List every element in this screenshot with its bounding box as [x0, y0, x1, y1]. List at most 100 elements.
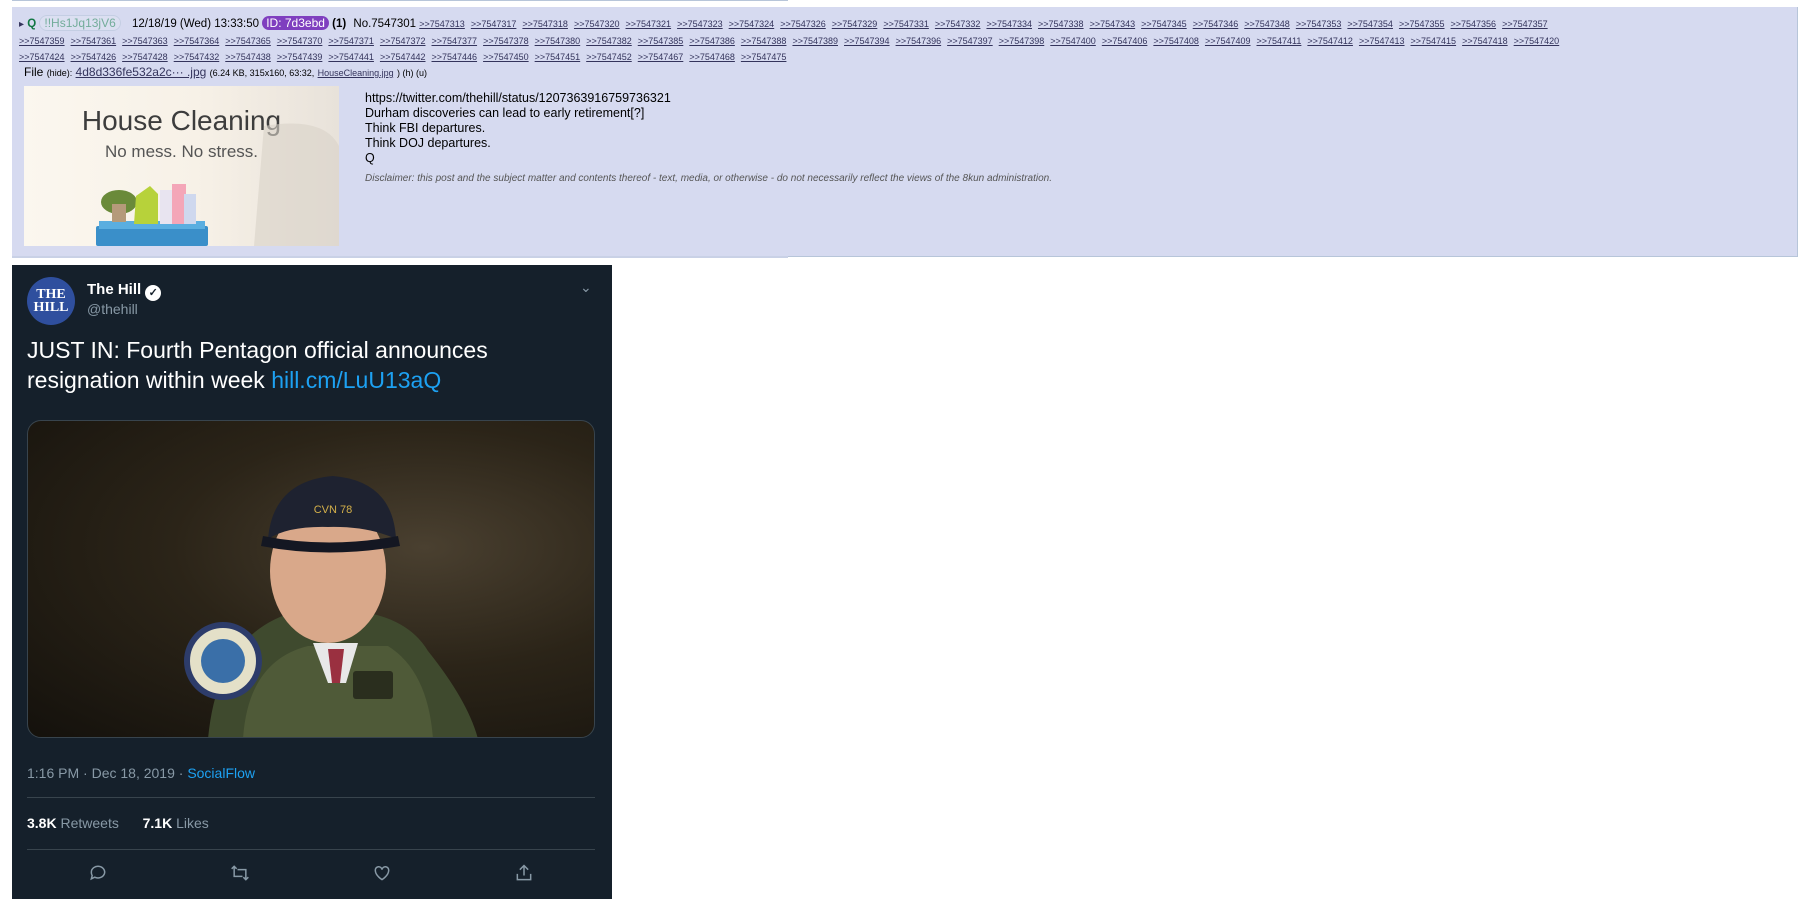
reply-link[interactable]: >>7547397: [947, 36, 993, 46]
share-icon[interactable]: [453, 863, 595, 889]
id-badge[interactable]: ID: 7d3ebd: [262, 16, 329, 30]
reply-link[interactable]: >>7547355: [1399, 19, 1445, 29]
reply-link[interactable]: >>7547412: [1307, 36, 1353, 46]
reply-link[interactable]: >>7547313: [419, 19, 465, 29]
reply-link[interactable]: >>7547317: [471, 19, 517, 29]
avatar[interactable]: THE HILL: [27, 277, 75, 325]
tweet-stats: 3.8K Retweets 7.1K Likes: [27, 815, 209, 831]
post-date: 12/18/19 (Wed) 13:33:50: [131, 18, 259, 30]
likes-count[interactable]: 7.1K: [143, 815, 173, 831]
reply-link[interactable]: >>7547428: [122, 52, 168, 62]
reply-link[interactable]: >>7547320: [574, 19, 620, 29]
reply-link[interactable]: >>7547356: [1451, 19, 1497, 29]
reply-link[interactable]: >>7547389: [792, 36, 838, 46]
reply-link[interactable]: >>7547418: [1462, 36, 1508, 46]
replies-line-2: >>7547359 >>7547361 >>7547363 >>7547364 >>75…: [19, 36, 1565, 46]
reply-link[interactable]: >>7547408: [1153, 36, 1199, 46]
reply-link[interactable]: >>7547348: [1244, 19, 1290, 29]
reply-link[interactable]: >>7547475: [741, 52, 787, 62]
reply-link[interactable]: >>7547353: [1296, 19, 1342, 29]
reply-link[interactable]: >>7547382: [586, 36, 632, 46]
retweets-count[interactable]: 3.8K: [27, 815, 57, 831]
reply-link[interactable]: >>7547467: [638, 52, 684, 62]
reply-link[interactable]: >>7547468: [689, 52, 735, 62]
reply-link[interactable]: >>7547450: [483, 52, 529, 62]
reply-link[interactable]: >>7547359: [19, 36, 65, 46]
photo-illustration: CVN 78: [184, 476, 478, 737]
post-body: https://twitter.com/thehill/status/12073…: [365, 91, 671, 166]
tweet-link[interactable]: hill.cm/LuU13aQ: [271, 367, 441, 393]
reply-link[interactable]: >>7547357: [1502, 19, 1548, 29]
reply-link[interactable]: >>7547372: [380, 36, 426, 46]
reply-link[interactable]: >>7547331: [883, 19, 929, 29]
reply-link[interactable]: >>7547334: [986, 19, 1032, 29]
reply-link[interactable]: >>7547446: [432, 52, 478, 62]
reply-link[interactable]: >>7547343: [1090, 19, 1136, 29]
reply-link[interactable]: >>7547338: [1038, 19, 1084, 29]
file-hide-link[interactable]: (hide):: [47, 68, 73, 78]
reply-link[interactable]: >>7547426: [71, 52, 117, 62]
reply-link[interactable]: >>7547365: [225, 36, 271, 46]
reply-link[interactable]: >>7547354: [1347, 19, 1393, 29]
retweet-icon[interactable]: [169, 863, 311, 889]
tweet-photo[interactable]: CVN 78: [27, 420, 595, 738]
reply-link[interactable]: >>7547413: [1359, 36, 1405, 46]
reply-link[interactable]: >>7547438: [225, 52, 271, 62]
reply-link[interactable]: >>7547424: [19, 52, 65, 62]
tweet-author[interactable]: The Hill ✓: [87, 281, 162, 301]
file-name-link[interactable]: 4d8d336fe532a2c··· .jpg: [76, 65, 207, 79]
reply-link[interactable]: >>7547415: [1411, 36, 1457, 46]
tweet-handle[interactable]: @thehill: [87, 301, 138, 317]
reply-link[interactable]: >>7547371: [328, 36, 374, 46]
reply-icon[interactable]: [27, 863, 169, 889]
chevron-down-icon[interactable]: ⌄: [580, 279, 592, 296]
reply-link[interactable]: >>7547370: [277, 36, 323, 46]
reply-link[interactable]: >>7547380: [535, 36, 581, 46]
reply-link[interactable]: >>7547452: [586, 52, 632, 62]
reply-link[interactable]: >>7547406: [1102, 36, 1148, 46]
tweet-source-link[interactable]: SocialFlow: [187, 765, 255, 781]
reply-link[interactable]: >>7547439: [277, 52, 323, 62]
reply-link[interactable]: >>7547394: [844, 36, 890, 46]
tweet-url-link[interactable]: https://twitter.com/thehill/status/12073…: [365, 91, 671, 106]
reply-link[interactable]: >>7547363: [122, 36, 168, 46]
disclaimer-text: Disclaimer: this post and the subject ma…: [365, 173, 1052, 184]
reply-link[interactable]: >>7547432: [174, 52, 220, 62]
reply-link[interactable]: >>7547385: [638, 36, 684, 46]
reply-link[interactable]: >>7547321: [626, 19, 672, 29]
reply-link[interactable]: >>7547386: [689, 36, 735, 46]
reply-link[interactable]: >>7547377: [432, 36, 478, 46]
file-extra-links[interactable]: ) (h) (u): [397, 68, 427, 78]
reply-link[interactable]: >>7547411: [1257, 36, 1302, 46]
body-line: Think DOJ departures.: [365, 136, 491, 150]
reply-link[interactable]: >>7547378: [483, 36, 529, 46]
reply-link[interactable]: >>7547345: [1141, 19, 1187, 29]
file-original-link[interactable]: HouseCleaning.jpg: [318, 68, 394, 78]
expand-arrow-icon[interactable]: ▸: [19, 19, 24, 30]
reply-link[interactable]: >>7547332: [935, 19, 981, 29]
reply-link[interactable]: >>7547441: [328, 52, 374, 62]
file-info-line: File (hide): 4d8d336fe532a2c··· .jpg (6.…: [24, 65, 427, 79]
reply-link[interactable]: >>7547442: [380, 52, 426, 62]
reply-link[interactable]: >>7547409: [1205, 36, 1251, 46]
reply-link[interactable]: >>7547329: [832, 19, 878, 29]
reply-link[interactable]: >>7547451: [535, 52, 581, 62]
file-thumbnail[interactable]: House Cleaning No mess. No stress.: [24, 86, 339, 246]
reply-link[interactable]: >>7547323: [677, 19, 723, 29]
reply-link[interactable]: >>7547388: [741, 36, 787, 46]
reply-link[interactable]: >>7547318: [522, 19, 568, 29]
reply-link[interactable]: >>7547346: [1193, 19, 1239, 29]
reply-link[interactable]: >>7547326: [780, 19, 826, 29]
like-heart-icon[interactable]: [311, 863, 453, 889]
post-number-link[interactable]: No.7547301: [353, 18, 416, 30]
reply-link[interactable]: >>7547420: [1514, 36, 1560, 46]
reply-link[interactable]: >>7547361: [71, 36, 117, 46]
author-name: The Hill: [87, 281, 142, 298]
reply-link[interactable]: >>7547398: [999, 36, 1045, 46]
file-label: File: [24, 65, 44, 79]
reply-link[interactable]: >>7547396: [896, 36, 942, 46]
post-container: ▸ Q !!Hs1Jq13jV6 12/18/19 (Wed) 13:33:50…: [12, 7, 1798, 257]
reply-link[interactable]: >>7547400: [1050, 36, 1096, 46]
reply-link[interactable]: >>7547364: [174, 36, 220, 46]
reply-link[interactable]: >>7547324: [729, 19, 775, 29]
